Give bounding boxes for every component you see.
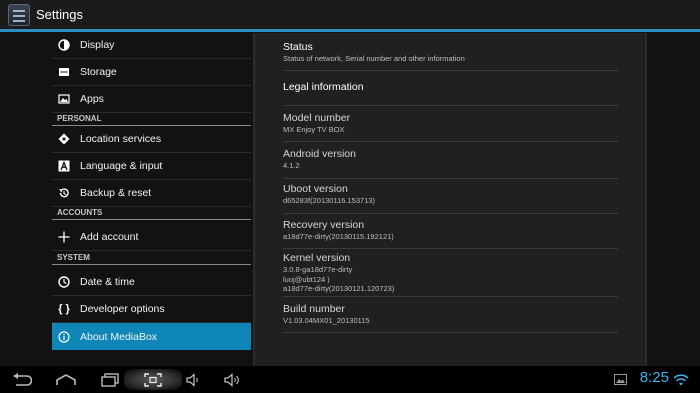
nav-item-label: Apps [80, 93, 104, 105]
status-clock: 8:25 [639, 369, 669, 386]
settings-nav: Display Storage Apps PERSONAL Location s… [52, 32, 251, 366]
nav-item-label: Language & input [80, 160, 163, 172]
braces-icon: { } [58, 303, 70, 315]
nav-item-backup-reset[interactable]: Backup & reset [52, 180, 251, 207]
info-icon [57, 330, 71, 344]
volume-up-icon[interactable] [222, 369, 244, 390]
language-icon [57, 159, 71, 173]
uboot-version-item: Uboot version d65283f(20130116.153713) [283, 183, 618, 214]
nav-item-label: Add account [80, 231, 139, 243]
section-header-accounts: ACCOUNTS [52, 207, 251, 220]
build-number-item[interactable]: Build number V1.03.04MX01_20130115 [283, 303, 618, 333]
model-number-item: Model number MX Enjoy TV BOX [283, 112, 618, 142]
nav-item-location-services[interactable]: Location services [52, 126, 251, 153]
settings-app-icon[interactable] [8, 3, 30, 26]
status-subtitle: Status of network, Serial number and oth… [283, 54, 465, 63]
nav-item-about-mediabox[interactable]: About MediaBox [52, 323, 251, 350]
kernel-version-title: Kernel version [283, 252, 351, 264]
uboot-version-title: Uboot version [283, 183, 348, 195]
build-number-value: V1.03.04MX01_20130115 [283, 316, 370, 325]
nav-item-label: About MediaBox [80, 330, 158, 343]
model-number-value: MX Enjoy TV BOX [283, 125, 345, 134]
section-header-personal: PERSONAL [52, 113, 251, 126]
system-bar: 8:25 [0, 366, 700, 393]
android-version-item[interactable]: Android version 4.1.2 [283, 148, 618, 179]
volume-down-icon[interactable] [184, 369, 204, 390]
nav-item-label: Date & time [80, 276, 135, 288]
nav-item-apps[interactable]: Apps [52, 86, 251, 113]
action-bar-title: Settings [36, 7, 83, 22]
status-item[interactable]: Status Status of network, Serial number … [283, 41, 618, 71]
backup-icon [57, 186, 71, 200]
storage-icon [57, 65, 71, 79]
recent-apps-icon[interactable] [98, 369, 122, 390]
android-version-value: 4.1.2 [283, 161, 300, 170]
build-number-title: Build number [283, 303, 345, 315]
display-icon [57, 38, 71, 52]
screenshot-icon[interactable] [124, 369, 182, 390]
apps-icon [57, 92, 71, 106]
nav-item-date-time[interactable]: Date & time [52, 269, 251, 296]
home-icon[interactable] [54, 369, 78, 390]
recovery-version-title: Recovery version [283, 219, 365, 231]
nav-item-add-account[interactable]: Add account [52, 224, 251, 251]
model-number-title: Model number [283, 112, 351, 124]
nav-item-label: Location services [80, 133, 162, 145]
back-icon[interactable] [10, 369, 34, 390]
status-title: Status [283, 41, 313, 53]
legal-information-item[interactable]: Legal information [283, 81, 618, 106]
nav-item-label: Storage [80, 66, 117, 78]
legal-information-title: Legal information [283, 81, 364, 93]
wifi-icon [672, 369, 690, 390]
nav-item-label: Backup & reset [80, 187, 152, 199]
kernel-version-item: Kernel version 3.0.8-ga18d77e-dirty luoj… [283, 252, 618, 297]
about-panel: Status Status of network, Serial number … [253, 33, 645, 366]
gallery-icon[interactable] [612, 369, 628, 390]
settings-main: Display Storage Apps PERSONAL Location s… [0, 32, 700, 366]
section-header-system: SYSTEM [52, 252, 251, 265]
recovery-version-item: Recovery version a18d77e-dirty(20130115.… [283, 219, 618, 249]
kernel-version-value: 3.0.8-ga18d77e-dirty luoj@ubt124 ) a18d7… [283, 265, 395, 293]
recovery-version-value: a18d77e-dirty(20130115.192121) [283, 232, 394, 241]
nav-item-label: Display [80, 39, 115, 51]
plus-icon [57, 230, 71, 244]
nav-item-storage[interactable]: Storage [52, 59, 251, 86]
nav-item-label: Developer options [80, 303, 165, 315]
location-icon [57, 132, 71, 146]
clock-icon [57, 275, 71, 289]
android-version-title: Android version [283, 148, 356, 160]
nav-item-developer-options[interactable]: { } Developer options [52, 296, 251, 323]
nav-item-language-input[interactable]: Language & input [52, 153, 251, 180]
panel-scrollbar[interactable] [645, 33, 647, 366]
uboot-version-value: d65283f(20130116.153713) [283, 196, 376, 205]
action-bar: Settings [0, 0, 700, 29]
nav-item-display[interactable]: Display [52, 32, 251, 59]
